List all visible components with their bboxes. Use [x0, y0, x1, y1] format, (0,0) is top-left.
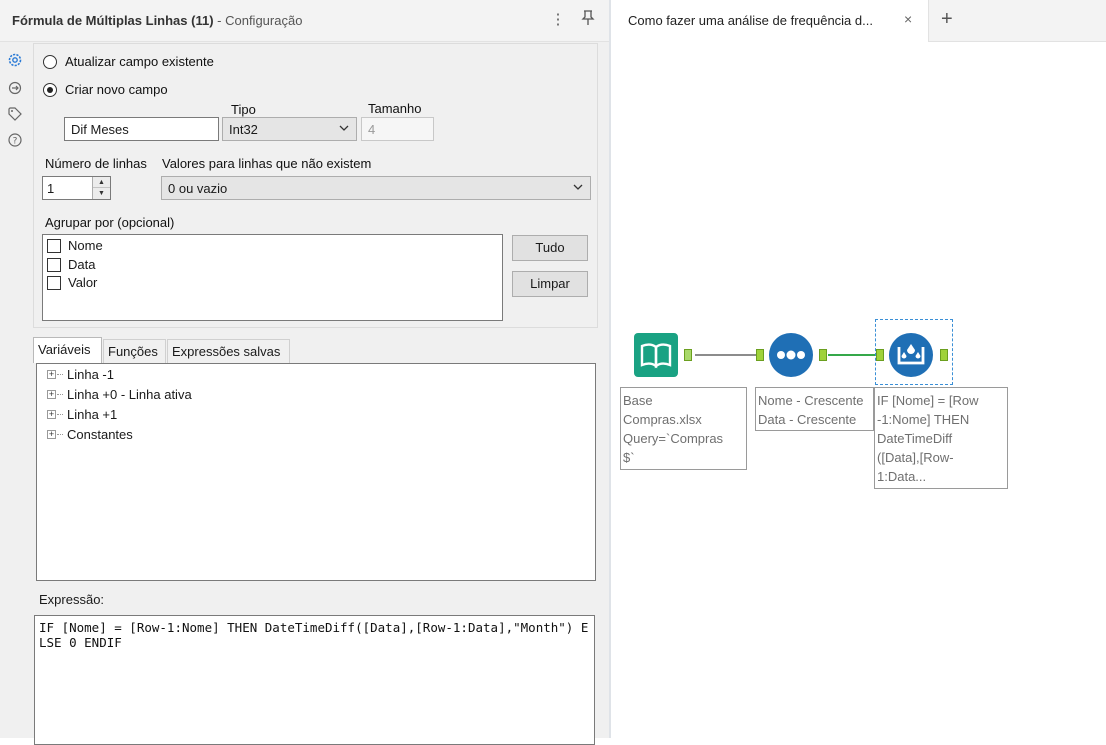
tree-item-label: Constantes — [67, 427, 133, 442]
create-field-radio[interactable] — [43, 83, 57, 97]
type-select[interactable]: Int32 — [222, 117, 357, 141]
expression-editor[interactable]: IF [Nome] = [Row-1:Nome] THEN DateTimeDi… — [34, 615, 595, 745]
tree-item-label: Linha +0 - Linha ativa — [67, 387, 192, 402]
svg-text:?: ? — [13, 137, 18, 147]
connection-icon[interactable] — [7, 80, 23, 96]
sort-annotation: Nome - Crescente Data - Crescente — [755, 387, 874, 431]
tree-item-label: Linha -1 — [67, 367, 114, 382]
type-label: Tipo — [231, 102, 256, 117]
annotation-line: $` — [623, 450, 635, 465]
panel-header: Fórmula de Múltiplas Linhas (11) - Confi… — [0, 0, 609, 42]
input-anchor[interactable] — [756, 349, 764, 361]
tag-icon[interactable] — [7, 106, 23, 122]
annotation-line: Data - Crescente — [758, 412, 857, 427]
panel-title: Fórmula de Múltiplas Linhas (11) - Confi… — [12, 13, 302, 28]
close-icon[interactable]: × — [904, 11, 912, 27]
checkbox[interactable] — [47, 276, 61, 290]
annotation-line: Nome - Crescente — [758, 393, 864, 408]
input-data-tool[interactable] — [633, 332, 679, 378]
book-icon — [634, 333, 678, 377]
new-field-name-input[interactable]: Dif Meses — [64, 117, 219, 141]
stepper-down-icon[interactable]: ▼ — [93, 188, 110, 199]
update-field-label: Atualizar campo existente — [65, 54, 214, 69]
tab-workflow-label: Como fazer uma análise de frequência d..… — [628, 13, 873, 28]
annotation-line: 1:Data... — [877, 469, 927, 484]
expression-label: Expressão: — [39, 592, 105, 607]
stepper-buttons: ▲ ▼ — [92, 177, 110, 199]
formula-annotation: IF [Nome] = [Row -1:Nome] THEN DateTimeD… — [874, 387, 1008, 489]
nonexistent-values-value: 0 ou vazio — [168, 181, 228, 196]
create-field-label: Criar novo campo — [65, 82, 168, 97]
formula-settings: Atualizar campo existente Criar novo cam… — [33, 43, 598, 328]
sort-tool[interactable] — [768, 332, 814, 378]
annotation-line: DateTimeDiff — [877, 431, 953, 446]
size-input: 4 — [361, 117, 434, 141]
side-toolbar: ? — [0, 44, 30, 154]
help-icon[interactable]: ? — [7, 132, 23, 148]
expand-icon[interactable]: + — [47, 390, 56, 399]
variables-tree: + Linha -1 + Linha +0 - Linha ativa + Li… — [36, 363, 596, 581]
multi-row-formula-tool[interactable] — [888, 332, 934, 378]
update-field-radio[interactable] — [43, 55, 57, 69]
annotation-line: -1:Nome] THEN — [877, 412, 970, 427]
type-select-value: Int32 — [229, 122, 258, 137]
output-anchor[interactable] — [940, 349, 948, 361]
pin-icon[interactable] — [578, 10, 598, 30]
checkbox[interactable] — [47, 258, 61, 272]
checkbox[interactable] — [47, 239, 61, 253]
input-annotation: Base Compras.xlsx Query=`Compras $` — [620, 387, 747, 470]
tab-variables[interactable]: Variáveis — [33, 337, 102, 363]
nonexistent-values-select[interactable]: 0 ou vazio — [161, 176, 591, 200]
group-item-label: Valor — [68, 275, 98, 290]
annotation-line: Base — [623, 393, 653, 408]
num-rows-value: 1 — [47, 181, 55, 196]
output-anchor[interactable] — [684, 349, 692, 361]
num-rows-stepper[interactable]: 1 ▲ ▼ — [42, 176, 111, 200]
group-by-list: Nome Data Valor — [42, 234, 503, 321]
tab-workflow[interactable]: Como fazer uma análise de frequência d..… — [611, 0, 929, 42]
annotation-line: Compras.xlsx — [623, 412, 702, 427]
multi-row-formula-icon — [889, 333, 933, 377]
annotation-line: IF [Nome] = [Row — [877, 393, 979, 408]
expand-icon[interactable]: + — [47, 430, 56, 439]
tab-saved-expressions[interactable]: Expressões salvas — [167, 339, 290, 363]
chevron-down-icon — [572, 180, 584, 197]
chevron-down-icon — [338, 121, 350, 138]
document-tabs: Como fazer uma análise de frequência d..… — [611, 0, 1106, 42]
expand-icon[interactable]: + — [47, 370, 56, 379]
select-all-button[interactable]: Tudo — [512, 235, 588, 261]
tab-functions[interactable]: Funções — [103, 339, 166, 363]
more-options-icon[interactable]: ⋮ — [548, 10, 568, 30]
input-anchor[interactable] — [876, 349, 884, 361]
annotation-line: Query=`Compras — [623, 431, 724, 446]
tool-title: Fórmula de Múltiplas Linhas (11) — [12, 13, 214, 28]
configuration-panel: Fórmula de Múltiplas Linhas (11) - Confi… — [0, 0, 609, 745]
panel-subtitle: - Configuração — [213, 13, 303, 28]
group-item-label: Data — [68, 257, 96, 272]
tree-item-label: Linha +1 — [67, 407, 118, 422]
num-rows-label: Número de linhas — [45, 156, 147, 171]
gear-icon[interactable] — [7, 52, 23, 68]
nonexistent-values-label: Valores para linhas que não existem — [162, 156, 372, 171]
group-item-label: Nome — [68, 238, 103, 253]
workflow-canvas[interactable]: Base Compras.xlsx Query=`Compras $` Nome… — [611, 43, 1106, 738]
size-label: Tamanho — [368, 101, 422, 116]
stepper-up-icon[interactable]: ▲ — [93, 177, 110, 188]
group-by-label: Agrupar por (opcional) — [45, 215, 175, 230]
annotation-line: ([Data],[Row- — [877, 450, 954, 465]
clear-button[interactable]: Limpar — [512, 271, 588, 297]
output-anchor[interactable] — [819, 349, 827, 361]
sort-icon — [769, 333, 813, 377]
new-tab-icon[interactable]: + — [941, 8, 953, 31]
expand-icon[interactable]: + — [47, 410, 56, 419]
